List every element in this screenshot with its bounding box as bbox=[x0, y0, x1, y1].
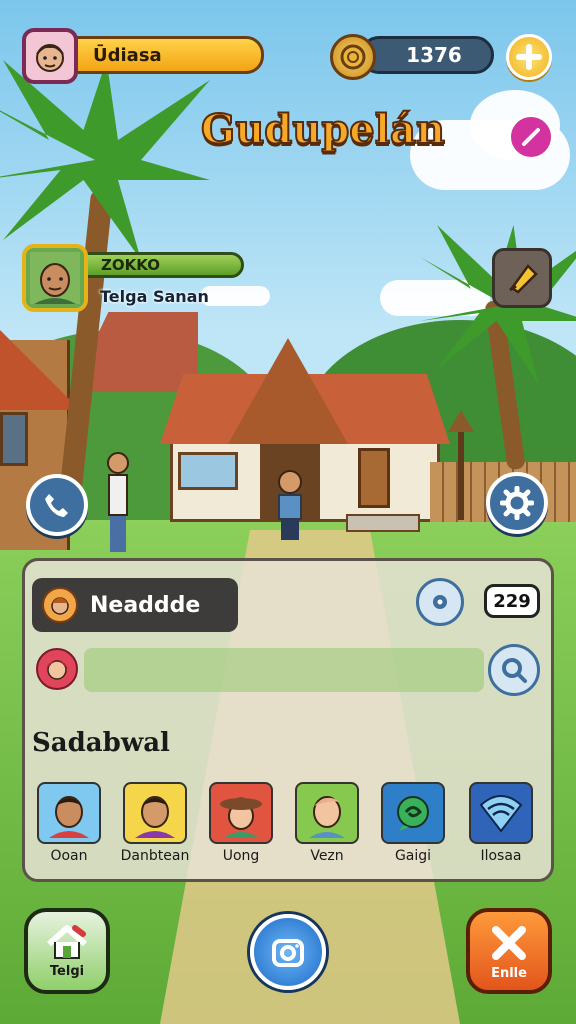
player-count-badge: 229 bbox=[484, 584, 540, 618]
gem-icon bbox=[509, 264, 538, 294]
cloud bbox=[200, 286, 270, 306]
character-portrait bbox=[295, 782, 359, 844]
character-name: Ilosaa bbox=[480, 848, 522, 864]
character-name: Uong bbox=[222, 848, 260, 864]
emote-button[interactable] bbox=[416, 578, 464, 626]
character-name: Danbtean bbox=[120, 848, 190, 864]
character-name: Vezn bbox=[310, 848, 344, 864]
villager-standing[interactable] bbox=[106, 452, 130, 556]
player-avatar[interactable] bbox=[22, 28, 78, 84]
coin-icon bbox=[330, 34, 376, 80]
npc-avatar[interactable] bbox=[22, 244, 88, 312]
phone-icon bbox=[45, 494, 68, 517]
call-button[interactable] bbox=[26, 474, 88, 536]
add-coins-button[interactable] bbox=[506, 34, 552, 80]
character-item[interactable]: Vezn bbox=[288, 782, 366, 864]
character-item[interactable]: Ilosaa bbox=[462, 782, 540, 864]
porch-steps bbox=[346, 514, 420, 532]
close-button[interactable]: Enlle bbox=[466, 908, 552, 994]
character-list: Ooan Danbtean Uong Vezn Gaigi Ilosaa bbox=[30, 782, 544, 872]
contact-avatar-icon[interactable] bbox=[36, 648, 78, 690]
npc-name: ZOKKO bbox=[101, 256, 160, 274]
side-house-window bbox=[0, 412, 28, 466]
search-friends-button[interactable] bbox=[488, 644, 540, 696]
character-portrait bbox=[209, 782, 273, 844]
camera-icon bbox=[272, 939, 304, 967]
player-name: Ūdiasa bbox=[93, 44, 162, 66]
lamp-post bbox=[458, 420, 464, 520]
edit-button[interactable] bbox=[508, 114, 554, 160]
home-button-label: Telgi bbox=[49, 963, 85, 979]
main-house-window bbox=[178, 452, 238, 490]
character-item[interactable]: Danbtean bbox=[116, 782, 194, 864]
chat-contact-name: Neaddde bbox=[90, 592, 201, 618]
house-icon bbox=[47, 924, 87, 959]
camera-button[interactable] bbox=[250, 914, 326, 990]
chat-app-icon bbox=[397, 796, 429, 831]
avatar-face-icon bbox=[36, 44, 64, 72]
plus-icon bbox=[516, 44, 542, 70]
close-button-label: Enlle bbox=[491, 965, 527, 981]
coin-counter: 1376 bbox=[360, 36, 494, 74]
quest-button[interactable] bbox=[492, 248, 552, 308]
player-name-bar: Ūdiasa bbox=[64, 36, 264, 74]
character-name: Ooan bbox=[50, 848, 88, 864]
main-house-door bbox=[358, 448, 390, 508]
home-button[interactable]: Telgi bbox=[24, 908, 110, 994]
close-icon bbox=[492, 925, 526, 960]
friends-section-title: Sadabwal bbox=[32, 728, 170, 758]
character-portrait bbox=[123, 782, 187, 844]
villager-waving[interactable] bbox=[276, 470, 304, 542]
message-field[interactable] bbox=[84, 648, 484, 692]
character-item[interactable]: Ooan bbox=[30, 782, 108, 864]
chat-contact[interactable]: Neaddde bbox=[32, 578, 238, 632]
pencil-icon bbox=[522, 128, 540, 146]
character-item[interactable]: Gaigi bbox=[374, 782, 452, 864]
npc-name-bar: ZOKKO bbox=[80, 252, 244, 278]
character-item[interactable]: Uong bbox=[202, 782, 280, 864]
character-portrait bbox=[37, 782, 101, 844]
gear-icon bbox=[500, 486, 534, 520]
sparkle-icon bbox=[433, 595, 447, 609]
character-portrait bbox=[469, 782, 533, 844]
character-name: Gaigi bbox=[394, 848, 432, 864]
search-icon bbox=[502, 658, 527, 683]
contact-avatar-icon bbox=[42, 587, 78, 623]
npc-face-icon bbox=[30, 252, 80, 304]
settings-button[interactable] bbox=[486, 472, 548, 534]
game-title: Gudupelán bbox=[200, 105, 446, 154]
wifi-icon bbox=[479, 795, 523, 833]
character-portrait bbox=[381, 782, 445, 844]
coin-amount: 1376 bbox=[406, 43, 462, 67]
npc-location: Telga Sanan bbox=[100, 287, 209, 306]
